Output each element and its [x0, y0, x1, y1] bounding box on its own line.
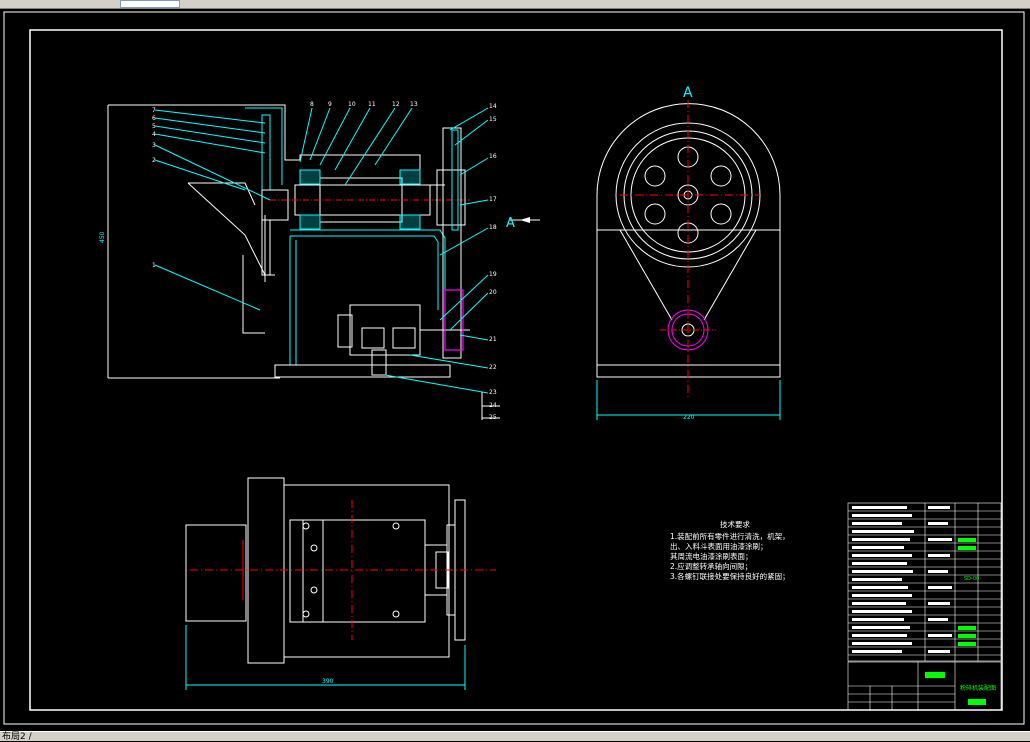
- inner-frame: [29, 29, 1003, 711]
- title-block: [847, 502, 1002, 711]
- cad-drawing: 7 6 5 4 3 2 1 8 9 10 11 12 13 14 15 16 1…: [3, 11, 1025, 725]
- part-no-3: 3: [152, 142, 156, 149]
- tech-note-line-2: 出、入料斗表面用油漆涂刷；: [670, 541, 768, 551]
- part-no-16: 16: [489, 153, 497, 160]
- tech-notes-title: 技术要求: [720, 519, 750, 529]
- part-no-5: 5: [152, 123, 156, 130]
- view-a-label: A: [683, 85, 693, 101]
- part-no-1: 1: [152, 262, 156, 269]
- part-no-13: 13: [410, 101, 418, 108]
- part-no-15: 15: [489, 116, 497, 123]
- section-arrow-label: A: [506, 216, 515, 231]
- technical-requirements: 技术要求 1.装配前所有零件进行清洗，机架， 出、入料斗表面用油漆涂刷； 其周流…: [670, 519, 790, 581]
- dim-height-label: 450: [99, 231, 106, 243]
- drawing-code: SD-00: [964, 576, 979, 582]
- part-no-18: 18: [489, 224, 497, 231]
- part-no-4: 4: [152, 131, 156, 138]
- part-no-12: 12: [392, 101, 400, 108]
- tech-note-line-1: 1.装配前所有零件进行清洗，机架，: [670, 531, 790, 541]
- part-no-20: 20: [489, 289, 497, 296]
- tech-note-line-4: 2.应调整转承轴向间隙；: [670, 561, 752, 571]
- drawing-canvas[interactable]: 7 6 5 4 3 2 1 8 9 10 11 12 13 14 15 16 1…: [0, 9, 1030, 731]
- part-no-10: 10: [348, 101, 356, 108]
- drawing-title: 粉碎机装配图: [960, 684, 996, 692]
- side-view-a: [596, 100, 781, 420]
- part-no-22: 22: [489, 364, 497, 371]
- part-no-11: 11: [368, 101, 376, 108]
- part-number-labels: 7 6 5 4 3 2 1 8 9 10 11 12 13 14 15 16 1…: [99, 101, 515, 421]
- top-view: [185, 477, 496, 690]
- front-section-view: [107, 104, 540, 420]
- part-no-21: 21: [489, 336, 497, 343]
- part-no-6: 6: [152, 115, 156, 122]
- part-no-23: 23: [489, 389, 497, 396]
- top-toolbar-strip: [0, 0, 1030, 9]
- part-no-24: 24: [489, 402, 497, 409]
- dim-width-bottom-label: 390: [322, 678, 334, 685]
- layout-tab-bar[interactable]: 布局2 /: [0, 731, 1030, 742]
- part-no-19: 19: [489, 271, 497, 278]
- part-no-17: 17: [489, 196, 497, 203]
- part-no-25: 25: [489, 414, 497, 421]
- part-no-2: 2: [152, 157, 156, 164]
- part-no-7: 7: [152, 107, 156, 114]
- part-no-14: 14: [489, 103, 497, 110]
- tech-note-line-5: 3.各螺钉联接处要保持良好的紧固；: [670, 571, 790, 581]
- dim-width-right-label: 220: [683, 414, 695, 421]
- toolbar-button-group[interactable]: [120, 0, 180, 8]
- tech-note-line-3: 其周流电油漆涂刷表面；: [670, 551, 753, 561]
- part-no-9: 9: [328, 101, 332, 108]
- outer-frame: [3, 11, 1025, 725]
- part-no-8: 8: [310, 101, 314, 108]
